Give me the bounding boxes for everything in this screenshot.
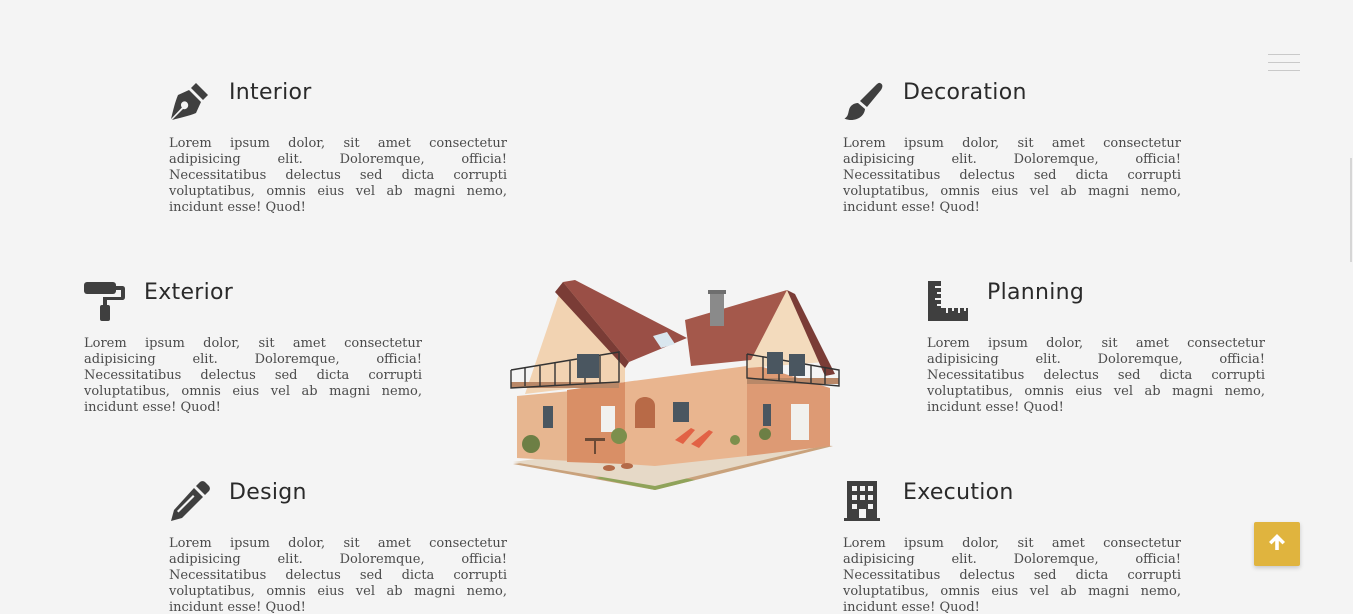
service-header: Execution	[843, 480, 1181, 524]
service-description: Lorem ipsum dolor, sit amet consectetur …	[84, 336, 422, 415]
service-title: Design	[229, 480, 307, 505]
service-header: Design	[169, 480, 507, 524]
service-description: Lorem ipsum dolor, sit amet consectetur …	[927, 336, 1265, 415]
service-interior: Interior Lorem ipsum dolor, sit amet con…	[169, 80, 507, 216]
service-description: Lorem ipsum dolor, sit amet consectetur …	[169, 536, 507, 614]
service-header: Exterior	[84, 280, 422, 324]
menu-line	[1268, 70, 1300, 71]
service-description: Lorem ipsum dolor, sit amet consectetur …	[843, 536, 1181, 614]
back-to-top-button[interactable]	[1254, 522, 1300, 566]
house-image	[505, 278, 845, 493]
service-design: Design Lorem ipsum dolor, sit amet conse…	[169, 480, 507, 614]
service-title: Exterior	[144, 280, 234, 305]
building-icon	[843, 480, 885, 522]
service-title: Decoration	[903, 80, 1027, 105]
paint-brush-icon	[843, 80, 885, 122]
service-header: Interior	[169, 80, 507, 124]
service-description: Lorem ipsum dolor, sit amet consectetur …	[169, 136, 507, 215]
service-description: Lorem ipsum dolor, sit amet consectetur …	[843, 136, 1181, 215]
menu-line	[1268, 62, 1300, 63]
arrow-up-icon	[1267, 532, 1287, 556]
service-decoration: Decoration Lorem ipsum dolor, sit amet c…	[843, 80, 1181, 216]
paint-roller-icon	[84, 280, 126, 322]
service-header: Decoration	[843, 80, 1181, 124]
menu-line	[1268, 54, 1300, 55]
hamburger-menu-button[interactable]	[1268, 54, 1300, 74]
service-title: Planning	[987, 280, 1085, 305]
service-title: Interior	[229, 80, 312, 105]
services-section: Interior Lorem ipsum dolor, sit amet con…	[0, 0, 1353, 614]
pencil-icon	[169, 480, 211, 522]
service-header: Planning	[927, 280, 1265, 324]
service-execution: Execution Lorem ipsum dolor, sit amet co…	[843, 480, 1181, 614]
ruler-combined-icon	[927, 280, 969, 322]
pen-nib-icon	[169, 80, 211, 122]
scrollbar-thumb[interactable]	[1350, 158, 1352, 262]
service-exterior: Exterior Lorem ipsum dolor, sit amet con…	[84, 280, 422, 416]
service-title: Execution	[903, 480, 1014, 505]
service-planning: Planning Lorem ipsum dolor, sit amet con…	[927, 280, 1265, 416]
